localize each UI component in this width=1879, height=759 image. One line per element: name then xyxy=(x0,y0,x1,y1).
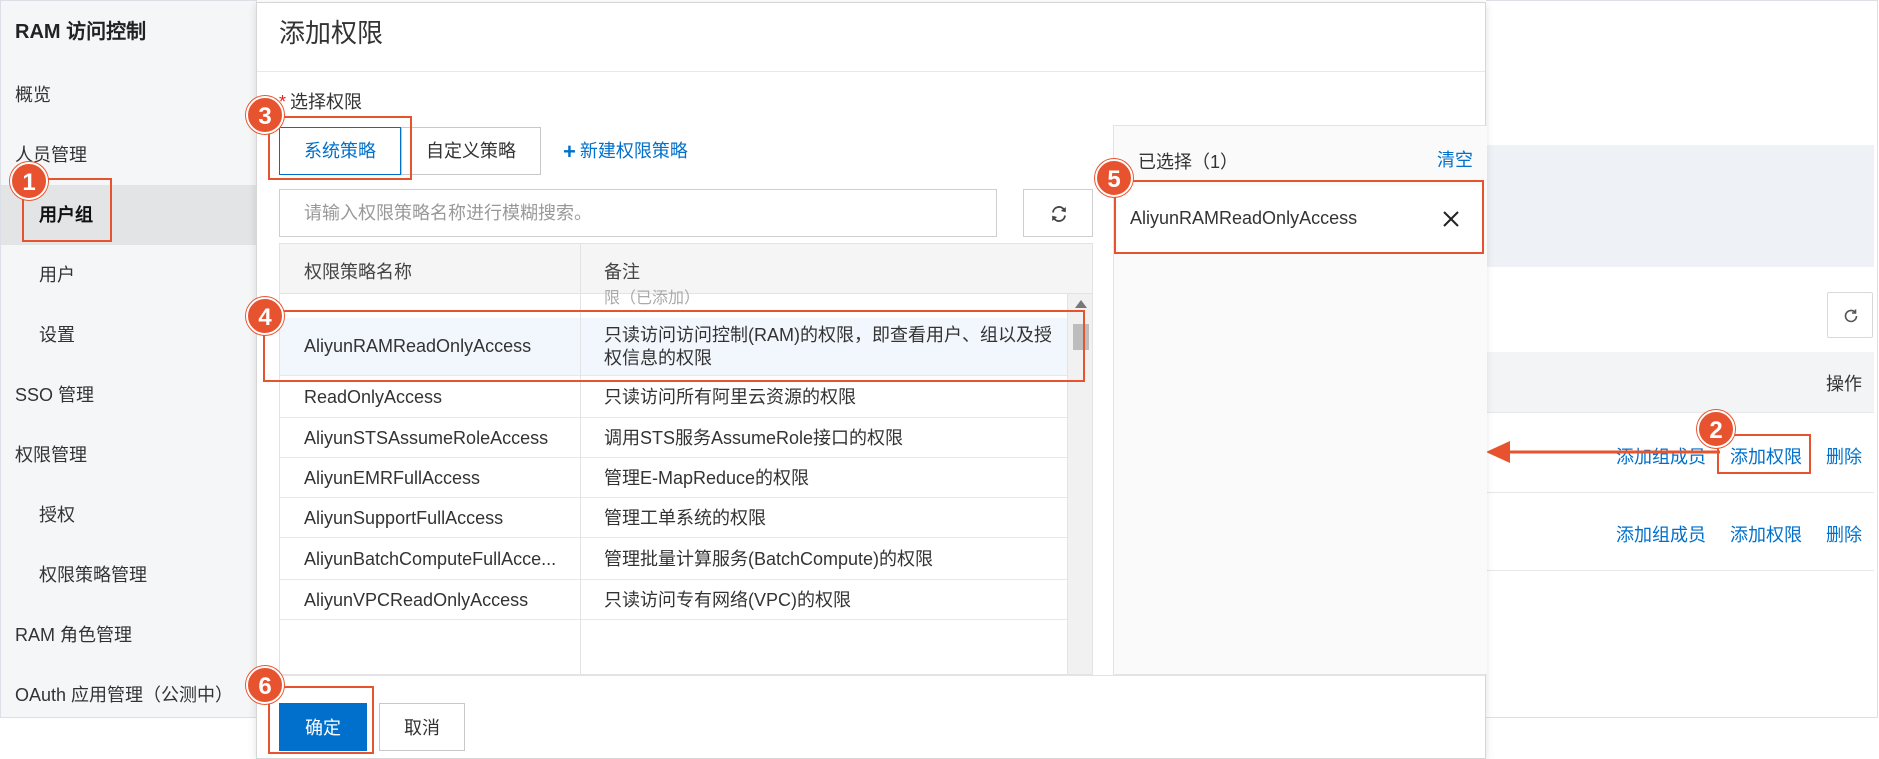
step-badge-6: 6 xyxy=(246,666,284,704)
select-permission-text: 选择权限 xyxy=(290,92,363,112)
sidebar-item-ram-roles[interactable]: RAM 角色管理 xyxy=(1,605,257,665)
sidebar-item-overview[interactable]: 概览 xyxy=(1,65,257,125)
table-row[interactable]: ReadOnlyAccess 只读访问所有阿里云资源的权限 xyxy=(280,376,1067,418)
policy-name: ReadOnlyAccess xyxy=(304,387,443,407)
policy-note: 管理批量计算服务(BatchCompute)的权限 xyxy=(604,549,934,569)
new-policy-label: 新建权限策略 xyxy=(579,141,688,161)
sidebar-item-oauth[interactable]: OAuth 应用管理（公测中） xyxy=(1,665,257,725)
background-refresh-button[interactable] xyxy=(1827,292,1873,338)
policy-note: 只读访问专有网络(VPC)的权限 xyxy=(604,590,851,610)
highlight-box-policy-row xyxy=(263,310,1085,382)
sidebar-title: RAM 访问控制 xyxy=(15,21,147,43)
sidebar-item-permissions[interactable]: 权限管理 xyxy=(1,425,257,485)
sidebar: RAM 访问控制 概览 人员管理 用户组 用户 设置 SSO 管理 权限管理 授… xyxy=(0,0,257,718)
table-row[interactable]: AliyunBatchComputeFullAcce... 管理批量计算服务(B… xyxy=(280,538,1067,580)
policy-note: 管理工单系统的权限 xyxy=(604,508,766,528)
divider xyxy=(1486,492,1874,493)
delete-link[interactable]: 删除 xyxy=(1826,443,1862,469)
policy-name: AliyunEMRFullAccess xyxy=(304,468,481,488)
background-table-header xyxy=(1486,352,1874,412)
partial-row-text: 限（已添加） xyxy=(604,290,701,307)
pointer-arrow-icon xyxy=(1486,441,1720,463)
step-badge-5: 5 xyxy=(1095,159,1133,197)
policy-name: AliyunSupportFullAccess xyxy=(304,508,504,528)
add-permission-link[interactable]: 添加权限 xyxy=(1730,521,1802,547)
policy-name: AliyunBatchComputeFullAcce... xyxy=(304,549,557,569)
new-policy-link[interactable]: + 新建权限策略 xyxy=(563,137,688,164)
dialog-title: 添加权限 xyxy=(279,18,384,48)
refresh-icon xyxy=(1844,309,1858,323)
step-badge-4: 4 xyxy=(246,297,284,335)
highlight-box-confirm xyxy=(268,686,374,754)
background-info-band xyxy=(1486,145,1874,267)
clear-selection-link[interactable]: 清空 xyxy=(1437,146,1473,172)
divider xyxy=(1486,570,1874,571)
tab-custom-policy[interactable]: 自定义策略 xyxy=(401,127,541,175)
column-separator xyxy=(580,244,581,674)
column-header-policy-name: 权限策略名称 xyxy=(304,262,412,282)
step-badge-1: 1 xyxy=(10,162,48,200)
sidebar-item-grants[interactable]: 授权 xyxy=(1,485,257,545)
policy-name: AliyunSTSAssumeRoleAccess xyxy=(304,428,549,448)
operation-column-header: 操作 xyxy=(1826,374,1862,394)
delete-link[interactable]: 删除 xyxy=(1826,521,1862,547)
step-badge-2: 2 xyxy=(1697,410,1735,448)
sidebar-item-settings[interactable]: 设置 xyxy=(1,305,257,365)
scroll-up-icon[interactable] xyxy=(1075,300,1087,308)
table-row[interactable]: AliyunSupportFullAccess 管理工单系统的权限 xyxy=(280,498,1067,538)
policy-note: 只读访问所有阿里云资源的权限 xyxy=(604,387,856,407)
refresh-button[interactable] xyxy=(1023,189,1093,237)
column-header-note: 备注 xyxy=(604,262,640,282)
table-row[interactable]: AliyunVPCReadOnlyAccess 只读访问专有网络(VPC)的权限 xyxy=(280,580,1067,620)
add-member-link[interactable]: 添加组成员 xyxy=(1616,521,1706,547)
table-row[interactable]: AliyunEMRFullAccess 管理E-MapReduce的权限 xyxy=(280,458,1067,498)
step-badge-3: 3 xyxy=(246,96,284,134)
policy-table: 权限策略名称 备注 限（已添加） AliyunRAMReadOnlyAccess… xyxy=(279,243,1093,675)
policy-name: AliyunVPCReadOnlyAccess xyxy=(304,590,529,610)
policy-note: 管理E-MapReduce的权限 xyxy=(604,468,810,488)
highlight-box-system-policy xyxy=(268,116,412,180)
cancel-button[interactable]: 取消 xyxy=(379,703,465,751)
sidebar-item-users[interactable]: 用户 xyxy=(1,245,257,305)
policy-note: 调用STS服务AssumeRole接口的权限 xyxy=(604,428,904,448)
sidebar-item-sso[interactable]: SSO 管理 xyxy=(1,365,257,425)
table-row[interactable]: AliyunSTSAssumeRoleAccess 调用STS服务AssumeR… xyxy=(280,418,1067,458)
selected-count-title: 已选择（1） xyxy=(1138,152,1239,172)
plus-icon: + xyxy=(563,139,576,164)
highlight-box-selected-item xyxy=(1114,180,1484,254)
select-permission-label: * 选择权限 xyxy=(279,88,362,114)
divider xyxy=(1486,412,1874,413)
refresh-icon xyxy=(1052,206,1066,222)
sidebar-item-policies[interactable]: 权限策略管理 xyxy=(1,545,257,605)
divider xyxy=(257,71,1485,72)
divider xyxy=(257,675,1485,676)
policy-search-input[interactable] xyxy=(279,189,997,237)
